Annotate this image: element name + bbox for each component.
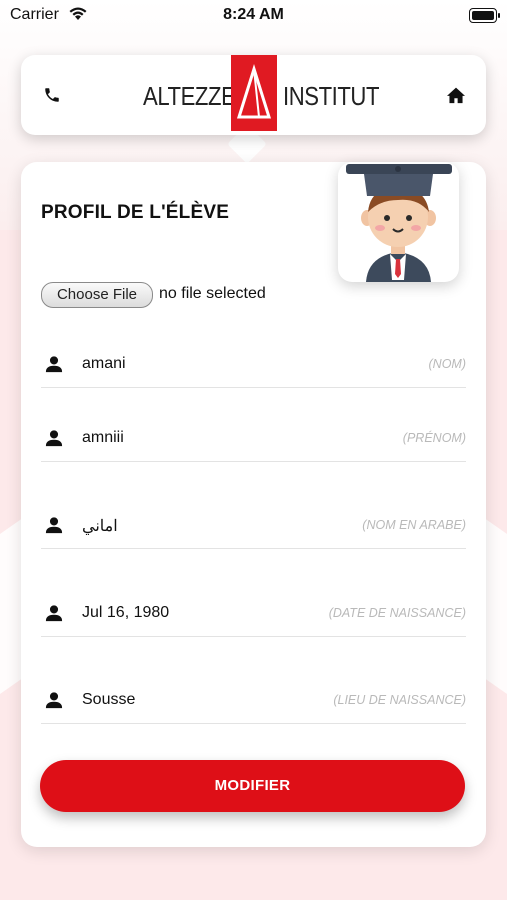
profile-card: PROFIL DE L'ÉLÈVE Choose File no file se… (21, 162, 486, 847)
first-name-field[interactable]: amniii (PRÉNOM) (41, 419, 466, 462)
user-icon (45, 429, 63, 452)
first-name-placeholder: (PRÉNOM) (402, 431, 466, 445)
last-name-placeholder: (NOM) (428, 357, 467, 371)
app-header: ALTEZZE INSTITUT (21, 55, 486, 135)
first-name-value: amniii (82, 429, 124, 446)
brand-logo: ALTEZZE INSTITUT (143, 55, 379, 135)
student-avatar[interactable] (338, 162, 459, 282)
arabic-name-value: اماني (82, 518, 118, 535)
last-name-field[interactable]: amani (NOM) (41, 345, 466, 388)
user-icon (45, 604, 63, 627)
modify-button[interactable]: MODIFIER (40, 760, 465, 812)
user-icon (45, 355, 63, 378)
page-title: PROFIL DE L'ÉLÈVE (41, 202, 230, 223)
battery-icon (469, 8, 500, 23)
file-status: no file selected (159, 285, 266, 302)
birth-date-placeholder: (DATE DE NAISSANCE) (328, 606, 466, 620)
birth-place-placeholder: (LIEU DE NAISSANCE) (333, 693, 466, 707)
user-icon (45, 691, 63, 714)
logo-text-right: INSTITUT (283, 81, 380, 111)
arabic-name-field[interactable]: اماني (NOM EN ARABE) (41, 506, 466, 549)
last-name-value: amani (82, 355, 126, 372)
phone-icon[interactable] (43, 86, 61, 109)
clock: 8:24 AM (223, 6, 284, 23)
birth-date-value: Jul 16, 1980 (82, 604, 170, 621)
logo-text-left: ALTEZZE (143, 81, 236, 111)
status-bar: Carrier 8:24 AM (0, 0, 507, 30)
logo-mark-icon (231, 55, 277, 131)
user-icon (45, 516, 63, 539)
birth-date-field[interactable]: Jul 16, 1980 (DATE DE NAISSANCE) (41, 594, 466, 637)
birth-place-value: Sousse (82, 691, 136, 708)
birth-place-field[interactable]: Sousse (LIEU DE NAISSANCE) (41, 681, 466, 724)
arabic-name-placeholder: (NOM EN ARABE) (362, 518, 466, 532)
home-icon[interactable] (446, 86, 466, 109)
choose-file-button[interactable]: Choose File (41, 282, 153, 308)
